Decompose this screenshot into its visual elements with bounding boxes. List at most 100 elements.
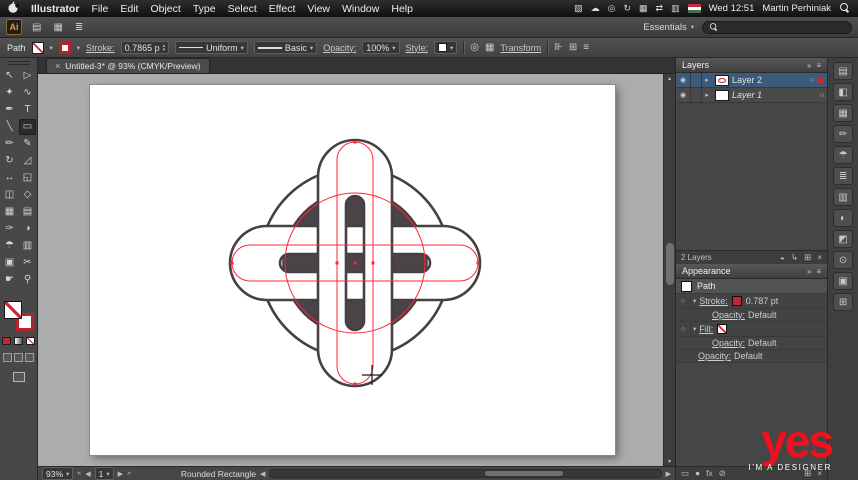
- opacity-link[interactable]: Opacity:: [323, 43, 356, 53]
- scroll-down-icon[interactable]: ▾: [664, 458, 675, 465]
- new-sublayer-icon[interactable]: ↳: [791, 252, 798, 263]
- paintbrush-tool[interactable]: ✏: [1, 136, 18, 152]
- visibility-eye-icon[interactable]: ◉: [676, 88, 691, 102]
- disclosure-triangle-icon[interactable]: ▾: [693, 325, 696, 333]
- perspective-grid-tool[interactable]: ◇: [19, 187, 36, 203]
- free-transform-tool[interactable]: ◱: [19, 170, 36, 186]
- artboards-panel-icon[interactable]: ▣: [833, 272, 854, 290]
- shape-builder-tool[interactable]: ◫: [1, 187, 18, 203]
- panel-menu-icon[interactable]: ≡: [817, 61, 822, 70]
- layer-name[interactable]: Layer 1: [732, 90, 820, 100]
- layer-thumbnail[interactable]: [715, 74, 729, 86]
- screen-mode-button[interactable]: [12, 372, 25, 382]
- document-tab[interactable]: × Untitled-3* @ 93% (CMYK/Preview): [46, 58, 210, 73]
- layer-name[interactable]: Layer 2: [732, 75, 810, 85]
- illustrator-app-icon[interactable]: Ai: [6, 19, 22, 35]
- toolbar-grip[interactable]: [7, 61, 30, 65]
- brush-definition-dropdown[interactable]: Basic ▾: [253, 41, 318, 54]
- artboard[interactable]: [89, 84, 616, 456]
- app-search-input[interactable]: [723, 22, 846, 32]
- input-language-flag-icon[interactable]: [687, 4, 701, 13]
- brushes-panel-icon[interactable]: ✏: [833, 125, 854, 143]
- scale-tool[interactable]: ◿: [19, 153, 36, 169]
- style-dropdown[interactable]: ▾: [434, 41, 458, 54]
- line-segment-tool[interactable]: ╲: [1, 119, 18, 135]
- next-artboard-icon[interactable]: ▶: [118, 470, 123, 478]
- canvas[interactable]: ▴ ▾: [38, 74, 675, 466]
- draw-normal-button[interactable]: [3, 353, 12, 362]
- zoom-tool[interactable]: ⚲: [19, 272, 36, 288]
- fill-color-indicator[interactable]: [3, 301, 22, 319]
- menubar-clock[interactable]: Wed 12:51: [709, 3, 755, 14]
- vertical-scroll-thumb[interactable]: [666, 242, 674, 285]
- menubar-user[interactable]: Martin Perhiniak: [762, 3, 831, 14]
- menu-item-select[interactable]: Select: [228, 3, 257, 15]
- transparency-panel-icon[interactable]: ◐: [833, 209, 854, 227]
- graphic-styles-panel-icon[interactable]: ◩: [833, 230, 854, 248]
- artboard-tool[interactable]: ▣: [1, 255, 18, 271]
- layout-icon[interactable]: ▦: [51, 22, 64, 33]
- style-link[interactable]: Style:: [406, 43, 429, 53]
- lock-toggle[interactable]: [691, 73, 702, 87]
- symbols-panel-icon[interactable]: ☂: [833, 146, 854, 164]
- fill-color-swatch[interactable]: [717, 324, 728, 334]
- opacity-link[interactable]: Opacity:: [712, 338, 745, 348]
- sync-icon[interactable]: ↻: [623, 3, 631, 14]
- align-icon[interactable]: ⊪: [554, 42, 563, 53]
- target-circle-icon[interactable]: ○: [820, 92, 824, 99]
- links-panel-icon[interactable]: ⊙: [833, 251, 854, 269]
- menu-item-file[interactable]: File: [91, 3, 108, 15]
- eyedropper-tool[interactable]: ✑: [1, 221, 18, 237]
- new-layer-icon[interactable]: ⊞: [804, 252, 811, 263]
- recolor-artwork-icon[interactable]: ◎: [470, 42, 479, 53]
- menu-item-edit[interactable]: Edit: [120, 3, 138, 15]
- fill-row-label[interactable]: Fill:: [699, 324, 713, 334]
- spotlight-search-icon[interactable]: [839, 3, 850, 14]
- add-effect-icon[interactable]: fx: [706, 468, 713, 479]
- delete-layer-icon[interactable]: ×: [817, 252, 822, 263]
- appearance-path-row[interactable]: Path: [676, 279, 828, 294]
- menu-item-view[interactable]: View: [307, 3, 330, 15]
- scroll-right-icon[interactable]: ▶: [666, 470, 671, 478]
- menu-item-type[interactable]: Type: [193, 3, 216, 15]
- last-artboard-icon[interactable]: »: [127, 470, 131, 477]
- fill-opacity-row[interactable]: Opacity: Default: [676, 337, 828, 350]
- fill-chevron-icon[interactable]: ▾: [50, 44, 53, 52]
- menu-item-illustrator[interactable]: Illustrator: [31, 3, 79, 15]
- stroke-weight-field[interactable]: 0.7865 p ▴ ▾: [120, 41, 170, 54]
- vertical-scrollbar[interactable]: ▴ ▾: [663, 74, 675, 466]
- stroke-panel-link[interactable]: Stroke:: [86, 43, 115, 53]
- swatches-panel-icon[interactable]: ▦: [833, 104, 854, 122]
- control-panel-menu-icon[interactable]: ≡: [583, 42, 589, 53]
- stepper-down-icon[interactable]: ▾: [163, 47, 166, 52]
- navigator-panel-icon[interactable]: ⊞: [833, 293, 854, 311]
- scroll-up-icon[interactable]: ▴: [664, 75, 675, 82]
- pen-tool[interactable]: ✒: [1, 102, 18, 118]
- hand-tool[interactable]: ☛: [1, 272, 18, 288]
- stroke-weight-value[interactable]: 0.787 pt: [746, 296, 779, 306]
- scroll-left-icon[interactable]: ◀: [260, 470, 265, 478]
- artboard-navigation-dropdown[interactable]: 1 ▾: [94, 467, 114, 480]
- first-artboard-icon[interactable]: «: [77, 470, 81, 477]
- type-tool[interactable]: T: [19, 102, 36, 118]
- disclosure-triangle-icon[interactable]: ▾: [693, 297, 696, 305]
- horizontal-scroll-thumb[interactable]: [485, 471, 564, 476]
- previous-artboard-icon[interactable]: ◀: [85, 470, 90, 478]
- arrange-documents-icon[interactable]: ▤: [30, 22, 43, 33]
- menu-item-window[interactable]: Window: [342, 3, 379, 15]
- target-circle-icon[interactable]: ○: [810, 77, 814, 84]
- distribute-icon[interactable]: ⊞: [569, 42, 577, 53]
- collapse-panel-icon[interactable]: »: [807, 267, 811, 276]
- stroke-panel-icon[interactable]: ≣: [833, 167, 854, 185]
- direct-selection-tool[interactable]: ▷: [19, 68, 36, 84]
- layer-row-1[interactable]: ◉ ▸ Layer 1 ○: [676, 88, 828, 103]
- stroke-row-label[interactable]: Stroke:: [699, 296, 728, 306]
- appearance-panel-header[interactable]: Appearance » ≡: [676, 264, 828, 279]
- selection-tool[interactable]: ↖: [1, 68, 18, 84]
- timemachine-icon[interactable]: ◎: [608, 3, 616, 14]
- keyboard-icon[interactable]: ▦: [639, 3, 648, 14]
- lasso-tool[interactable]: ∿: [19, 85, 36, 101]
- stroke-weight-stepper[interactable]: ▴ ▾: [163, 43, 166, 52]
- draw-behind-button[interactable]: [14, 353, 23, 362]
- color-guide-panel-icon[interactable]: ◧: [833, 83, 854, 101]
